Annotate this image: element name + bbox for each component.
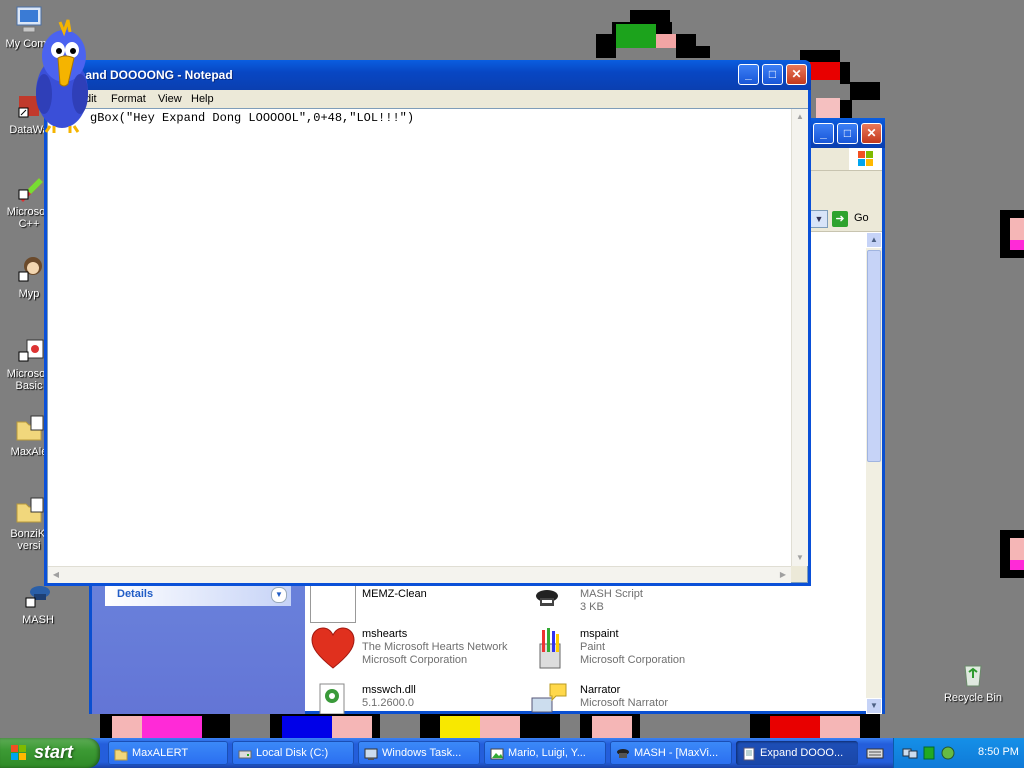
list-item-name: MEMZ-Clean	[362, 588, 427, 600]
taskbar: start MaxALERT Local Disk (C:) Windows T…	[0, 738, 1024, 768]
scroll-thumb[interactable]	[867, 250, 881, 462]
details-label: Details	[117, 588, 154, 600]
taskbar-item-maxalert[interactable]: MaxALERT	[108, 741, 228, 765]
scroll-up-button[interactable]: ▲	[866, 232, 882, 248]
scroll-right-button[interactable]: ▶	[775, 567, 791, 583]
windows-logo-icon	[849, 148, 882, 170]
list-item[interactable]: Narrator Microsoft Narrator	[528, 682, 728, 726]
list-item-detail: Microsoft Corporation	[362, 654, 468, 666]
recycle-bin-icon	[957, 658, 989, 690]
chevron-down-icon[interactable]: ▼	[271, 587, 287, 603]
list-item-detail: Microsoft Corporation	[580, 654, 686, 666]
network-icon[interactable]	[902, 745, 918, 761]
minimize-button[interactable]: _	[738, 64, 759, 85]
list-item-detail: 5.1.2600.0	[362, 697, 414, 709]
heart-icon	[310, 626, 356, 672]
taskbar-item-mash[interactable]: MASH - [MaxVi...	[610, 741, 732, 765]
system-tray: 8:50 PM	[893, 738, 1024, 768]
clock: 8:50 PM	[978, 746, 1019, 758]
notepad-menu-bar: dit Format View Help	[47, 90, 808, 108]
notepad-content-text: gBox("Hey Expand Dong LOOOOOL",0+48,"LOL…	[90, 111, 415, 125]
folder-icon	[13, 412, 45, 444]
explorer-close-button[interactable]: ✕	[861, 123, 882, 144]
resize-grip[interactable]	[791, 566, 807, 582]
go-button[interactable]: ➜ Go	[832, 210, 874, 228]
notepad-vertical-scrollbar[interactable]: ▲ ▼	[791, 109, 808, 566]
list-item-name: MASH Script	[580, 588, 643, 600]
keyboard-icon[interactable]	[866, 744, 884, 762]
image-icon	[490, 746, 504, 760]
taskbar-item-mario-image[interactable]: Mario, Luigi, Y...	[484, 741, 606, 765]
notepad-horizontal-scrollbar[interactable]: ◀ ▶	[48, 566, 791, 583]
mash-icon	[616, 746, 630, 760]
menu-format[interactable]: Format	[111, 90, 146, 108]
folder-icon	[13, 494, 45, 526]
menu-help[interactable]: Help	[191, 90, 214, 108]
file-icon	[310, 582, 356, 623]
notepad-content: gBox("Hey Expand Dong LOOOOOL",0+48,"LOL…	[51, 111, 414, 125]
task-label: Local Disk (C:)	[256, 747, 329, 759]
dll-icon	[316, 682, 350, 715]
list-item-detail: The Microsoft Hearts Network	[362, 641, 508, 653]
drive-icon	[238, 746, 252, 760]
list-item-name: msswch.dll	[362, 684, 416, 696]
parrot-character[interactable]	[30, 14, 94, 136]
visual-cpp-icon	[13, 172, 45, 204]
details-panel-header[interactable]: Details ▼	[105, 584, 291, 606]
explorer-minimize-button[interactable]: _	[813, 123, 834, 144]
folder-icon	[114, 746, 128, 761]
desktop-icon-label: MASH	[22, 614, 54, 626]
start-button[interactable]: start	[0, 738, 100, 768]
scroll-down-button[interactable]: ▼	[866, 698, 882, 714]
start-label: start	[34, 742, 74, 762]
notepad-text-area[interactable]: gBox("Hey Expand Dong LOOOOOL",0+48,"LOL…	[47, 108, 808, 583]
go-label: Go	[854, 212, 869, 224]
list-item[interactable]: MASH Script 3 KB	[528, 582, 728, 626]
close-button[interactable]: ✕	[786, 64, 807, 85]
notepad-title: pand DOOOONG - Notepad	[78, 68, 233, 82]
taskbar-item-notepad[interactable]: Expand DOOO...	[736, 741, 858, 765]
basic-app-icon	[13, 334, 45, 366]
list-item-detail: Paint	[580, 641, 606, 653]
task-label: MASH - [MaxVi...	[634, 747, 719, 759]
character-icon	[13, 254, 45, 286]
list-item[interactable]: msswch.dll 5.1.2600.0	[310, 682, 510, 726]
task-manager-icon	[364, 746, 378, 760]
explorer-scrollbar[interactable]: ▲ ▼	[866, 232, 882, 714]
maximize-button[interactable]: □	[762, 64, 783, 85]
list-item[interactable]: MEMZ-Clean	[310, 582, 510, 626]
list-item-detail: Microsoft Narrator	[580, 697, 669, 709]
task-label: Windows Task...	[382, 747, 462, 759]
notepad-window: pand DOOOONG - Notepad _ □ ✕ dit Format …	[44, 60, 811, 586]
task-label: Expand DOOO...	[760, 747, 844, 759]
windows-flag-icon	[10, 744, 28, 762]
list-item-detail: 3 KB	[580, 601, 604, 613]
taskbar-item-local-disk[interactable]: Local Disk (C:)	[232, 741, 354, 765]
scroll-down-button[interactable]: ▼	[792, 550, 808, 566]
desktop-icon-recycle-bin[interactable]: Recycle Bin	[938, 658, 1008, 704]
list-item-name: mspaint	[580, 628, 619, 640]
task-label: Mario, Luigi, Y...	[508, 747, 586, 759]
list-item-name: Narrator	[580, 684, 621, 696]
bonzi-tray-icon[interactable]	[940, 745, 956, 761]
green-status-icon[interactable]	[922, 745, 936, 761]
list-item-name: mshearts	[362, 628, 408, 640]
desktop-icon-label: Recycle Bin	[943, 692, 1003, 704]
scroll-left-button[interactable]: ◀	[48, 567, 64, 583]
address-dropdown-button[interactable]: ▼	[810, 210, 828, 228]
desktop-icon-mash[interactable]: MASH	[3, 580, 73, 626]
narrator-icon	[530, 682, 570, 714]
scroll-up-button[interactable]: ▲	[792, 109, 808, 125]
notepad-icon	[742, 746, 756, 761]
paint-icon	[532, 626, 568, 672]
taskbar-item-task-manager[interactable]: Windows Task...	[358, 741, 480, 765]
mash-script-icon	[532, 588, 562, 608]
list-item[interactable]: mspaint Paint Microsoft Corporation	[528, 626, 748, 670]
go-arrow-icon: ➜	[832, 211, 848, 227]
list-item[interactable]: mshearts The Microsoft Hearts Network Mi…	[310, 626, 530, 670]
menu-view[interactable]: View	[158, 90, 182, 108]
notepad-title-bar[interactable]: pand DOOOONG - Notepad _ □ ✕	[44, 60, 811, 90]
task-label: MaxALERT	[132, 747, 189, 759]
explorer-maximize-button[interactable]: □	[837, 123, 858, 144]
